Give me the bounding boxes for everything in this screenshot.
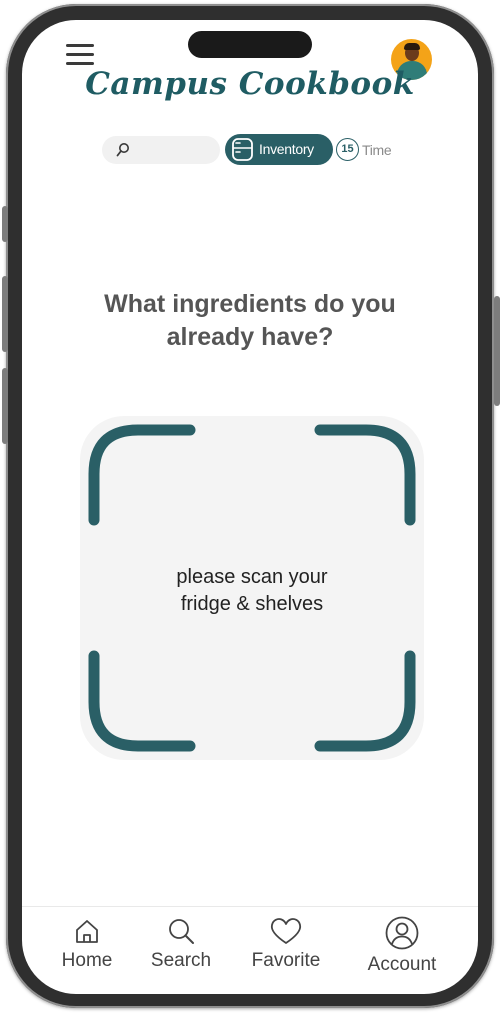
time-filter-label: Time — [362, 142, 392, 158]
page-question: What ingredients do you already have? — [104, 290, 396, 351]
nav-favorite-label: Favorite — [251, 950, 321, 971]
nav-search-label: Search — [150, 950, 212, 971]
nav-search[interactable]: Search — [146, 916, 216, 980]
app-title: Campus Cookbook — [85, 66, 415, 102]
scan-instructions-line: fridge & shelves — [180, 593, 324, 615]
phone-side-button — [2, 206, 8, 242]
bottom-nav-divider — [22, 906, 478, 907]
scan-instructions: please scan your fridge & shelves — [80, 564, 424, 618]
phone-side-button — [494, 296, 500, 406]
search-icon — [169, 919, 194, 944]
fridge-icon — [232, 138, 253, 161]
inventory-filter-button[interactable]: Inventory — [225, 134, 333, 165]
time-filter-button[interactable]: 15 Time — [336, 138, 406, 163]
phone-side-button — [2, 368, 8, 444]
home-icon — [76, 920, 98, 943]
scan-instructions-line: please scan your — [176, 566, 328, 588]
search-field[interactable] — [102, 136, 220, 164]
scanner-viewfinder[interactable]: please scan your fridge & shelves — [80, 416, 424, 760]
nav-home-label: Home — [61, 950, 113, 971]
nav-account[interactable]: Account — [358, 916, 446, 980]
dynamic-island — [188, 31, 312, 58]
search-icon — [116, 143, 129, 157]
inventory-filter-label: Inventory — [259, 141, 314, 157]
heart-icon — [270, 918, 302, 944]
phone-side-button — [2, 276, 8, 352]
account-icon — [385, 916, 419, 950]
app-screen: Campus Cookbook Inventory 15 Time What i… — [22, 20, 478, 994]
nav-home[interactable]: Home — [54, 916, 120, 980]
nav-account-label: Account — [367, 954, 437, 975]
hamburger-menu-icon[interactable] — [66, 44, 96, 68]
timer-icon: 15 — [336, 138, 359, 161]
nav-favorite[interactable]: Favorite — [246, 916, 326, 980]
